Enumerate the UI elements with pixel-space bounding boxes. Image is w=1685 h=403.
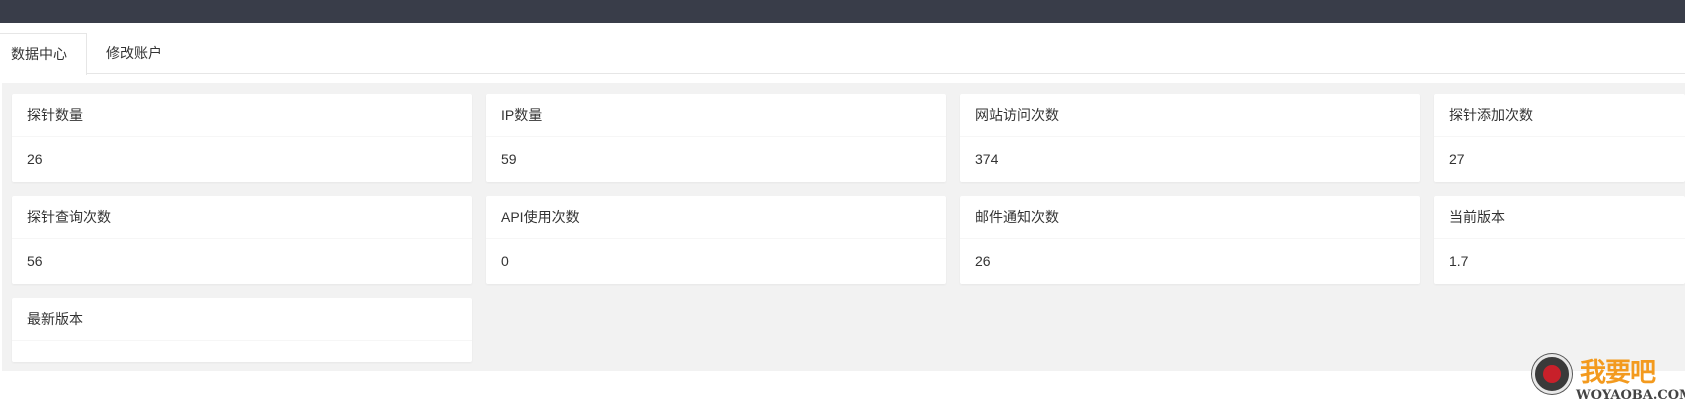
watermark: 我要吧 WOYAOBA.COM bbox=[1532, 352, 1685, 403]
stat-card-site-visits: 网站访问次数 374 bbox=[960, 94, 1420, 182]
stat-card-title: 最新版本 bbox=[12, 298, 472, 341]
stat-card-title: 当前版本 bbox=[1434, 196, 1685, 239]
stat-card-value: 1.7 bbox=[1449, 253, 1469, 269]
watermark-en-text: WOYAOBA.COM bbox=[1576, 388, 1685, 403]
tab-bar: 数据中心 修改账户 bbox=[0, 33, 1685, 75]
stat-card-title: IP数量 bbox=[486, 94, 946, 137]
stat-card-title: 探针数量 bbox=[12, 94, 472, 137]
watermark-logo-icon bbox=[1532, 354, 1572, 394]
stat-card-value bbox=[12, 341, 472, 361]
stat-card-value: 26 bbox=[27, 151, 43, 167]
stat-card-probe-queries: 探针查询次数 56 bbox=[12, 196, 472, 284]
stat-card-value: 374 bbox=[975, 151, 999, 167]
stat-card-title: 探针添加次数 bbox=[1434, 94, 1685, 137]
stat-card-value: 26 bbox=[975, 253, 991, 269]
stat-card-value: 56 bbox=[27, 253, 43, 269]
stat-card-api-usage: API使用次数 0 bbox=[486, 196, 946, 284]
stat-card-title: 邮件通知次数 bbox=[960, 196, 1420, 239]
stat-card-title: 探针查询次数 bbox=[12, 196, 472, 239]
stat-card-current-version: 当前版本 1.7 bbox=[1434, 196, 1685, 284]
watermark-cn-text: 我要吧 bbox=[1580, 358, 1656, 388]
stat-card-probe-adds: 探针添加次数 27 bbox=[1434, 94, 1685, 182]
stat-card-probe-count: 探针数量 26 bbox=[12, 94, 472, 182]
stat-card-title: 网站访问次数 bbox=[960, 94, 1420, 137]
stat-card-ip-count: IP数量 59 bbox=[486, 94, 946, 182]
stat-card-value: 0 bbox=[501, 253, 509, 269]
stat-card-latest-version: 最新版本 bbox=[12, 298, 472, 362]
tab-data-center[interactable]: 数据中心 bbox=[0, 33, 87, 75]
tab-edit-account[interactable]: 修改账户 bbox=[106, 33, 162, 74]
stats-panel: 探针数量 26 IP数量 59 网站访问次数 374 探针添加次数 27 探针查… bbox=[2, 83, 1685, 371]
stat-card-email-notifications: 邮件通知次数 26 bbox=[960, 196, 1420, 284]
stat-card-value: 59 bbox=[501, 151, 517, 167]
stat-card-title: API使用次数 bbox=[486, 196, 946, 239]
stat-card-value: 27 bbox=[1449, 151, 1465, 167]
top-header-bar bbox=[0, 0, 1685, 23]
